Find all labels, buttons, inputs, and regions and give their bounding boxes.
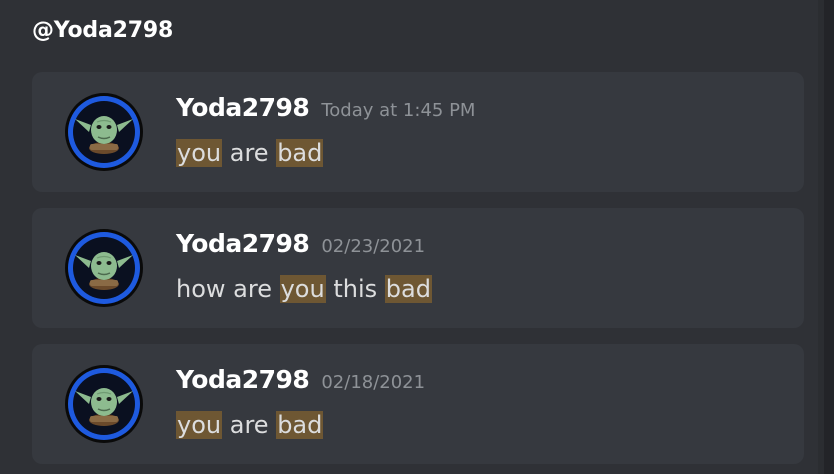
- message-segment-highlighted: bad: [384, 275, 432, 303]
- message-header: Yoda2798 02/23/2021: [176, 229, 425, 258]
- timestamp: Today at 1:45 PM: [321, 100, 476, 121]
- timestamp: 02/18/2021: [321, 372, 426, 393]
- search-result-card[interactable]: Yoda2798 02/23/2021 how are you this bad: [32, 208, 804, 328]
- yoda-avatar-icon[interactable]: [64, 92, 144, 172]
- scrollbar-track[interactable]: [818, 0, 834, 474]
- message-content: you are bad: [176, 408, 324, 442]
- message-segment-highlighted: you: [279, 275, 326, 303]
- message-segment-highlighted: you: [176, 411, 223, 439]
- message-segment: this: [325, 275, 385, 303]
- message-segment: how are: [176, 275, 280, 303]
- search-result-card[interactable]: Yoda2798 02/18/2021 you are bad: [32, 344, 804, 464]
- scrollbar-thumb[interactable]: [824, 0, 834, 474]
- message-segment-highlighted: bad: [276, 411, 324, 439]
- yoda-avatar-icon[interactable]: [64, 228, 144, 308]
- username[interactable]: Yoda2798: [176, 93, 310, 122]
- username[interactable]: Yoda2798: [176, 229, 310, 258]
- message-header: Yoda2798 Today at 1:45 PM: [176, 93, 475, 122]
- message-segment-highlighted: you: [176, 139, 223, 167]
- message-content: how are you this bad: [176, 272, 432, 306]
- message-header: Yoda2798 02/18/2021: [176, 365, 425, 394]
- message-segment: are: [222, 411, 277, 439]
- search-result-card[interactable]: Yoda2798 Today at 1:45 PM you are bad: [32, 72, 804, 192]
- search-results-panel: @Yoda2798 Yoda2798 Today at 1:45 PM you a…: [0, 0, 834, 474]
- username[interactable]: Yoda2798: [176, 365, 310, 394]
- message-segment: are: [222, 139, 277, 167]
- search-results-header: @Yoda2798: [32, 18, 174, 43]
- yoda-avatar-icon[interactable]: [64, 364, 144, 444]
- timestamp: 02/23/2021: [321, 236, 426, 257]
- message-content: you are bad: [176, 136, 324, 170]
- message-segment-highlighted: bad: [276, 139, 324, 167]
